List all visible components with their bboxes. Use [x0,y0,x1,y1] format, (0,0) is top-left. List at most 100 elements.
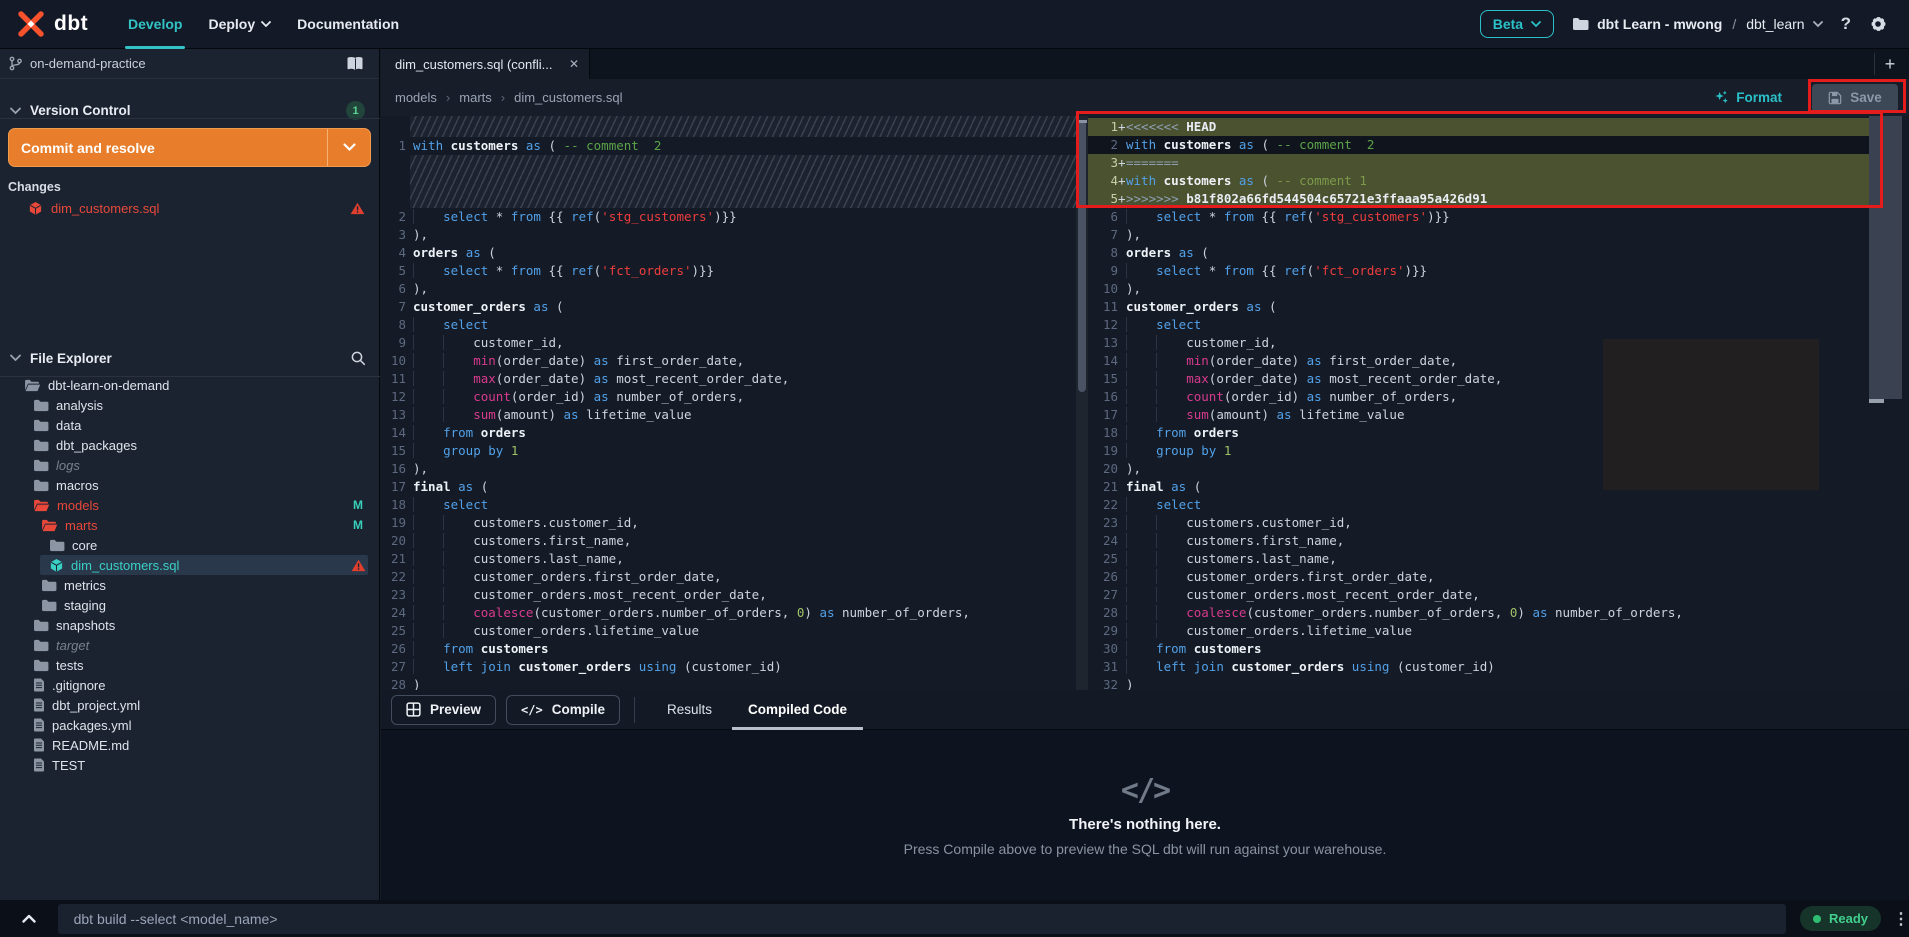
code-line[interactable]: 29 customer_orders.lifetime_value [1088,622,1869,640]
file-tree-item[interactable]: martsM [0,515,380,535]
code-line[interactable]: 4orders as ( [381,244,1076,262]
file-tree-item[interactable]: tests [0,655,380,675]
editor-scrollbar-right[interactable] [1869,116,1909,690]
scrollbar-thumb[interactable] [1078,120,1086,392]
file-tree-item[interactable]: snapshots [0,615,380,635]
code-line[interactable]: 2 select * from {{ ref('stg_customers')}… [381,208,1076,226]
code-line[interactable]: 12 select [1088,316,1869,334]
code-line[interactable]: 3), [381,226,1076,244]
code-line[interactable]: 28) [381,676,1076,690]
code-line[interactable]: 23 customers.customer_id, [1088,514,1869,532]
code-line[interactable]: 27 left join customer_orders using (cust… [381,658,1076,676]
version-control-header[interactable]: Version Control 1 [0,87,379,130]
code-line[interactable]: 2 with customers as ( -- comment 2 [1088,136,1869,154]
code-line[interactable]: 24 customers.first_name, [1088,532,1869,550]
code-line[interactable]: 16), [381,460,1076,478]
dbt-logo[interactable]: dbt [0,9,115,39]
code-line[interactable]: 31 left join customer_orders using (cust… [1088,658,1869,676]
code-line[interactable]: 22 customer_orders.first_order_date, [381,568,1076,586]
code-line[interactable]: 5+>>>>>>> b81f802a66fd544504c65721e3ffaa… [1088,190,1869,208]
code-line[interactable]: 12 count(order_id) as number_of_orders, [381,388,1076,406]
kebab-menu-icon[interactable]: ⋮ [1893,909,1909,929]
code-line[interactable]: 22 select [1088,496,1869,514]
code-line[interactable]: 11 max(order_date) as most_recent_order_… [381,370,1076,388]
breadcrumb-file[interactable]: dim_customers.sql [514,90,622,105]
file-tree-item[interactable]: TEST [0,755,380,775]
git-branch-row[interactable]: on-demand-practice [0,49,379,79]
code-line[interactable]: 32 ) [1088,676,1869,690]
code-line[interactable]: 4+with customers as ( -- comment 1 [1088,172,1869,190]
new-tab-button[interactable]: + [1879,53,1901,75]
code-line[interactable]: 17final as ( [381,478,1076,496]
file-tree-item[interactable]: dbt-learn-on-demand [0,375,380,395]
code-line[interactable]: 6), [381,280,1076,298]
file-tree-item[interactable]: .gitignore [0,675,380,695]
scrollbar-thumb[interactable] [1869,116,1902,399]
code-line[interactable]: 18 select [381,496,1076,514]
code-line[interactable]: 5 select * from {{ ref('fct_orders')}} [381,262,1076,280]
code-line[interactable]: 3+======= [1088,154,1869,172]
code-line[interactable]: 8 select [381,316,1076,334]
close-tab-icon[interactable]: ✕ [569,57,579,71]
code-line[interactable]: 15 group by 1 [381,442,1076,460]
code-line[interactable]: 21 customers.last_name, [381,550,1076,568]
code-line[interactable]: 6 select * from {{ ref('stg_customers')}… [1088,208,1869,226]
dbt-command-input[interactable]: dbt build --select <model_name> [58,904,1786,934]
chevron-up-icon[interactable] [0,914,58,923]
code-line[interactable]: 26 customer_orders.first_order_date, [1088,568,1869,586]
file-tree-item[interactable]: packages.yml [0,715,380,735]
changed-file-item[interactable]: dim_customers.sql [0,198,380,218]
status-badge[interactable]: Ready [1800,906,1881,931]
editor-scrollbar-middle[interactable] [1076,116,1088,690]
tab-compiled-code[interactable]: Compiled Code [730,690,865,730]
code-line[interactable]: 11 customer_orders as ( [1088,298,1869,316]
beta-toggle-button[interactable]: Beta [1480,10,1554,38]
search-icon[interactable] [350,350,366,366]
code-line[interactable]: 9 select * from {{ ref('fct_orders')}} [1088,262,1869,280]
file-tree-item[interactable]: logs [0,455,380,475]
code-line[interactable]: 13 sum(amount) as lifetime_value [381,406,1076,424]
file-tree-item[interactable]: dim_customers.sql [0,555,380,575]
file-tree-item[interactable]: dbt_project.yml [0,695,380,715]
code-line[interactable]: 24 coalesce(customer_orders.number_of_or… [381,604,1076,622]
save-button[interactable]: Save [1812,84,1898,112]
code-line[interactable]: 9 customer_id, [381,334,1076,352]
code-line[interactable]: 7 ), [1088,226,1869,244]
code-line[interactable]: 20 customers.first_name, [381,532,1076,550]
tab-results[interactable]: Results [649,690,730,730]
code-line[interactable]: 30 from customers [1088,640,1869,658]
file-tree-item[interactable]: staging [0,595,380,615]
breadcrumb-models[interactable]: models [395,90,437,105]
code-line[interactable]: 1+<<<<<<< HEAD [1088,118,1869,136]
file-tree-item[interactable]: macros [0,475,380,495]
file-tree-item[interactable]: core [0,535,380,555]
code-line[interactable]: 19 customers.customer_id, [381,514,1076,532]
code-line[interactable]: 26 from customers [381,640,1076,658]
commit-options-chevron[interactable] [327,129,370,166]
code-line[interactable]: 27 customer_orders.most_recent_order_dat… [1088,586,1869,604]
gear-icon[interactable] [1869,15,1887,33]
editor-pane-local[interactable]: 1with customers as ( -- comment 2 2 selec… [381,116,1076,690]
code-line[interactable]: 10 ), [1088,280,1869,298]
breadcrumb-marts[interactable]: marts [459,90,492,105]
file-explorer-header[interactable]: File Explorer [0,336,380,376]
code-line[interactable]: 10 min(order_date) as first_order_date, [381,352,1076,370]
file-tree-item[interactable]: metrics [0,575,380,595]
code-line[interactable]: 14 from orders [381,424,1076,442]
preview-button[interactable]: Preview [391,695,496,725]
file-tree-item[interactable]: dbt_packages [0,435,380,455]
code-line[interactable]: 7customer_orders as ( [381,298,1076,316]
help-icon[interactable]: ? [1841,14,1851,34]
format-button[interactable]: Format [1714,90,1782,105]
code-line[interactable]: 23 customer_orders.most_recent_order_dat… [381,586,1076,604]
file-tree-item[interactable]: analysis [0,395,380,415]
code-line[interactable]: 1with customers as ( -- comment 2 [381,137,1076,155]
code-line[interactable]: 28 coalesce(customer_orders.number_of_or… [1088,604,1869,622]
account-project-selector[interactable]: dbt Learn - mwong / dbt_learn [1572,16,1823,32]
file-tree-item[interactable]: target [0,635,380,655]
nav-documentation[interactable]: Documentation [284,0,412,49]
compile-button[interactable]: </> Compile [506,695,620,725]
code-line[interactable]: 25 customers.last_name, [1088,550,1869,568]
tab-dim-customers[interactable]: dim_customers.sql (confli... ✕ [381,49,590,79]
code-line[interactable]: 8 orders as ( [1088,244,1869,262]
